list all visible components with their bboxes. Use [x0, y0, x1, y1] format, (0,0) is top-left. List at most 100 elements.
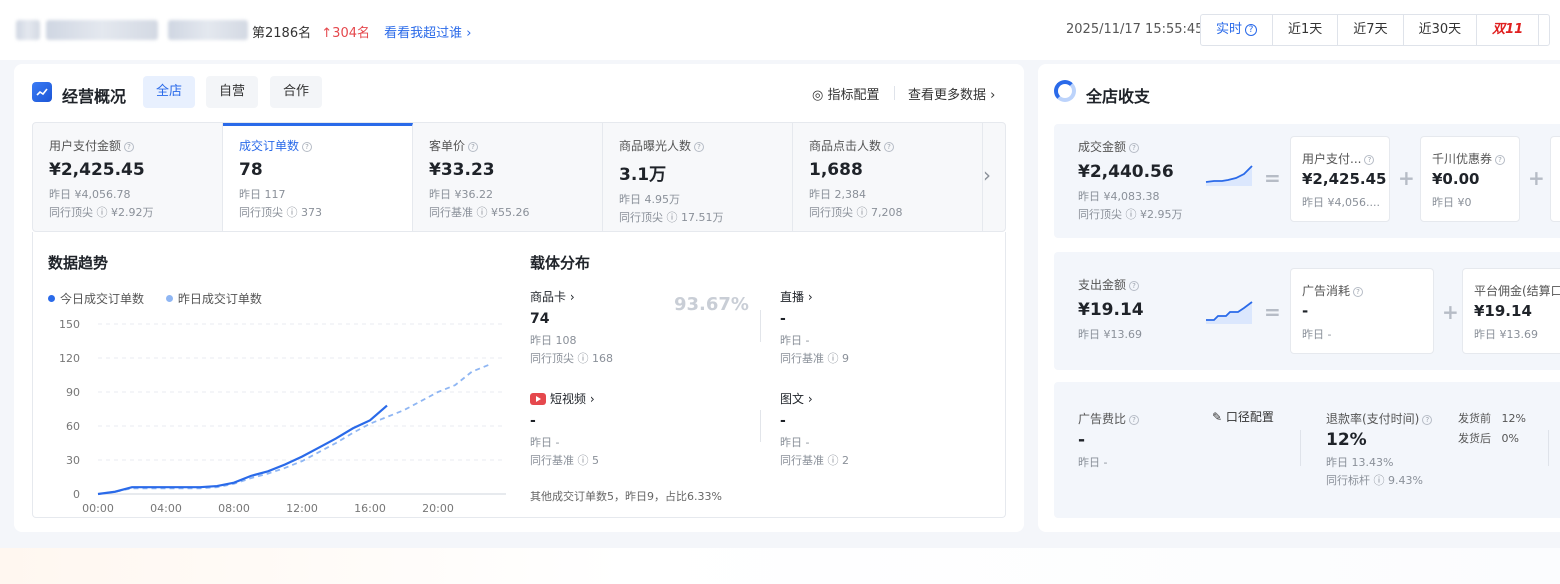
x-tick-label: 00:00	[82, 502, 114, 514]
income-part-more[interactable]	[1550, 136, 1560, 222]
y-tick-label: 30	[66, 454, 80, 467]
y-tick-label: 150	[59, 318, 80, 331]
tab-double11[interactable]: 双11	[1477, 15, 1540, 45]
metric-card-orders[interactable]: 成交订单数? 78 昨日 117 同行顶尖 ⓘ 373	[223, 123, 413, 231]
scope-self[interactable]: 自营	[206, 76, 259, 108]
plus-icon: +	[1442, 300, 1459, 324]
divider	[760, 310, 761, 342]
y-tick-label: 90	[66, 386, 80, 399]
metric-config-link[interactable]: ◎ 指标配置	[812, 84, 880, 103]
refund-sub: 昨日 13.43% 同行标杆 ⓘ 9.43%	[1326, 456, 1423, 487]
x-tick-label: 08:00	[218, 502, 250, 514]
income-sub: 昨日 ¥4,083.38 同行顶尖 ⓘ ¥2.95万	[1078, 190, 1183, 221]
carrier-percent: 93.67%	[674, 294, 749, 315]
equals-icon: =	[1264, 166, 1281, 190]
legend-today[interactable]: 今日成交订单数	[48, 292, 144, 306]
income-label: 成交金额?	[1078, 138, 1142, 155]
help-icon: ?	[884, 142, 895, 152]
tab-1day[interactable]: 近1天	[1273, 15, 1339, 45]
top-bar: 第2186名 ↑304名 看看我超过谁 › 2025/11/17 15:55:4…	[0, 0, 1560, 60]
help-icon: ?	[124, 142, 135, 152]
help-icon[interactable]: ?	[1245, 24, 1258, 36]
metric-cards: 用户支付金额? ¥2,425.45 昨日 ¥4,056.78 同行顶尖 ⓘ ¥2.…	[32, 122, 1006, 232]
help-icon: ?	[1129, 415, 1140, 425]
expense-section: 支出金额? ¥19.14 昨日 ¥13.69 = 广告消耗? - 昨日 - + …	[1054, 252, 1560, 370]
help-icon: ?	[1129, 281, 1140, 291]
metric-card-exposure[interactable]: 商品曝光人数? 3.1万 昨日 4.95万 同行顶尖 ⓘ 17.51万	[603, 123, 793, 231]
chevron-right-icon: ›	[589, 392, 595, 406]
chevron-right-icon[interactable]: ›	[983, 163, 991, 187]
metric-card-avg-price[interactable]: 客单价? ¥33.23 昨日 ¥36.22 同行基准 ⓘ ¥55.26	[413, 123, 603, 231]
series-yesterday-line	[97, 363, 490, 495]
income-part-pay[interactable]: 用户支付...? ¥2,425.45 昨日 ¥4,056....	[1290, 136, 1390, 222]
refund-post: 发货后 0%	[1458, 432, 1519, 445]
current-datetime: 2025/11/17 15:55:45	[1066, 22, 1204, 37]
ad-ratio-value: -	[1078, 430, 1086, 450]
trend-title: 数据趋势	[48, 254, 109, 272]
expense-label: 支出金额?	[1078, 276, 1142, 293]
trend-legend: 今日成交订单数 昨日成交订单数	[48, 290, 262, 307]
help-icon: ?	[1422, 415, 1433, 425]
ad-ratio-label: 广告费比?	[1078, 410, 1142, 427]
income-section: 成交金额? ¥2,440.56 昨日 ¥4,083.38 同行顶尖 ⓘ ¥2.95…	[1054, 124, 1560, 238]
rank-up: ↑304名	[321, 26, 370, 41]
expense-value: ¥19.14	[1078, 300, 1144, 320]
carrier-live[interactable]: 直播 › - 昨日 - 同行基准 ⓘ 9	[780, 288, 849, 368]
other-orders-note: 其他成交订单数5，昨日9，占比6.33%	[530, 490, 722, 503]
shop-avatar	[16, 20, 40, 40]
refund-value: 12%	[1326, 430, 1367, 450]
ratio-section: 广告费比? - 昨日 - ✎ 口径配置 退款率(支付时间)? 12% 昨日 13…	[1054, 382, 1560, 518]
shop-category-blurred	[168, 20, 248, 40]
scope-partner[interactable]: 合作	[270, 76, 323, 108]
expense-part-ads[interactable]: 广告消耗? - 昨日 -	[1290, 268, 1434, 354]
chevron-right-icon: ›	[807, 290, 813, 304]
compare-link[interactable]: 看看我超过谁 ›	[384, 26, 471, 41]
business-overview-panel: 经营概况 全店 自营 合作 ◎ 指标配置 查看更多数据 › 用户支付金额? ¥2…	[14, 64, 1024, 532]
y-tick-label: 60	[66, 420, 80, 433]
scope-all[interactable]: 全店	[143, 76, 196, 108]
chevron-right-icon: ›	[466, 26, 472, 41]
time-range-tabs: 实时? 近1天 近7天 近30天 双11	[1200, 14, 1551, 46]
divider	[894, 86, 895, 100]
income-sparkline	[1205, 165, 1253, 186]
help-icon: ?	[1495, 155, 1506, 165]
more-data-link[interactable]: 查看更多数据 ›	[908, 84, 995, 103]
plus-icon: +	[1528, 166, 1545, 190]
help-icon: ?	[302, 142, 313, 152]
carrier-image-text[interactable]: 图文 › - 昨日 - 同行基准 ⓘ 2	[780, 390, 849, 470]
carrier-short-video[interactable]: 短视频 › - 昨日 - 同行基准 ⓘ 5	[530, 390, 599, 470]
edit-icon: ✎	[1212, 410, 1223, 424]
tab-30days[interactable]: 近30天	[1404, 15, 1478, 45]
tab-7days[interactable]: 近7天	[1338, 15, 1404, 45]
ad-ratio-sub: 昨日 -	[1078, 456, 1108, 469]
income-part-coupon[interactable]: 千川优惠券? ¥0.00 昨日 ¥0	[1420, 136, 1520, 222]
expense-sub: 昨日 ¥13.69	[1078, 328, 1142, 341]
carrier-product-card[interactable]: 商品卡 › 74 昨日 108 同行顶尖 ⓘ 168	[530, 288, 613, 368]
finance-title: 全店收支	[1086, 87, 1151, 106]
x-tick-label: 12:00	[286, 502, 318, 514]
metric-card-clicks[interactable]: 商品点击人数? 1,688 昨日 2,384 同行顶尖 ⓘ 7,208	[793, 123, 983, 231]
help-icon: ?	[1129, 143, 1140, 153]
help-icon: ?	[694, 142, 705, 152]
metric-card-pay-amount[interactable]: 用户支付金额? ¥2,425.45 昨日 ¥4,056.78 同行顶尖 ⓘ ¥2.…	[33, 123, 223, 231]
chevron-right-icon: ›	[990, 88, 996, 103]
expense-part-commission[interactable]: 平台佣金(结算口 ¥19.14 昨日 ¥13.69	[1462, 268, 1560, 354]
refund-pre: 发货前 12%	[1458, 412, 1526, 425]
legend-yesterday[interactable]: 昨日成交订单数	[165, 292, 262, 306]
store-finance-panel: 全店收支 成交金额? ¥2,440.56 昨日 ¥4,083.38 同行顶尖 ⓘ …	[1038, 64, 1560, 532]
overview-chart-icon	[32, 82, 52, 102]
video-play-icon	[530, 393, 546, 405]
x-tick-label: 16:00	[354, 502, 386, 514]
shop-name-blurred	[46, 20, 158, 40]
pie-icon	[1054, 80, 1076, 102]
tab-more[interactable]	[1539, 15, 1549, 45]
tab-realtime[interactable]: 实时?	[1201, 15, 1274, 45]
help-icon: ?	[1364, 155, 1375, 165]
y-tick-label: 0	[73, 488, 80, 501]
overview-title: 经营概况	[62, 87, 127, 106]
expense-sparkline	[1206, 301, 1253, 324]
caliber-config-button[interactable]: ✎ 口径配置	[1212, 408, 1274, 425]
bottom-strip	[0, 548, 1560, 584]
trend-chart: 0 30 60 90 120 150 00:00 04:00 08:00 12:00 16:00 20…	[59, 318, 506, 514]
shop-rank: 第2186名 ↑304名 看看我超过谁 ›	[252, 26, 472, 41]
